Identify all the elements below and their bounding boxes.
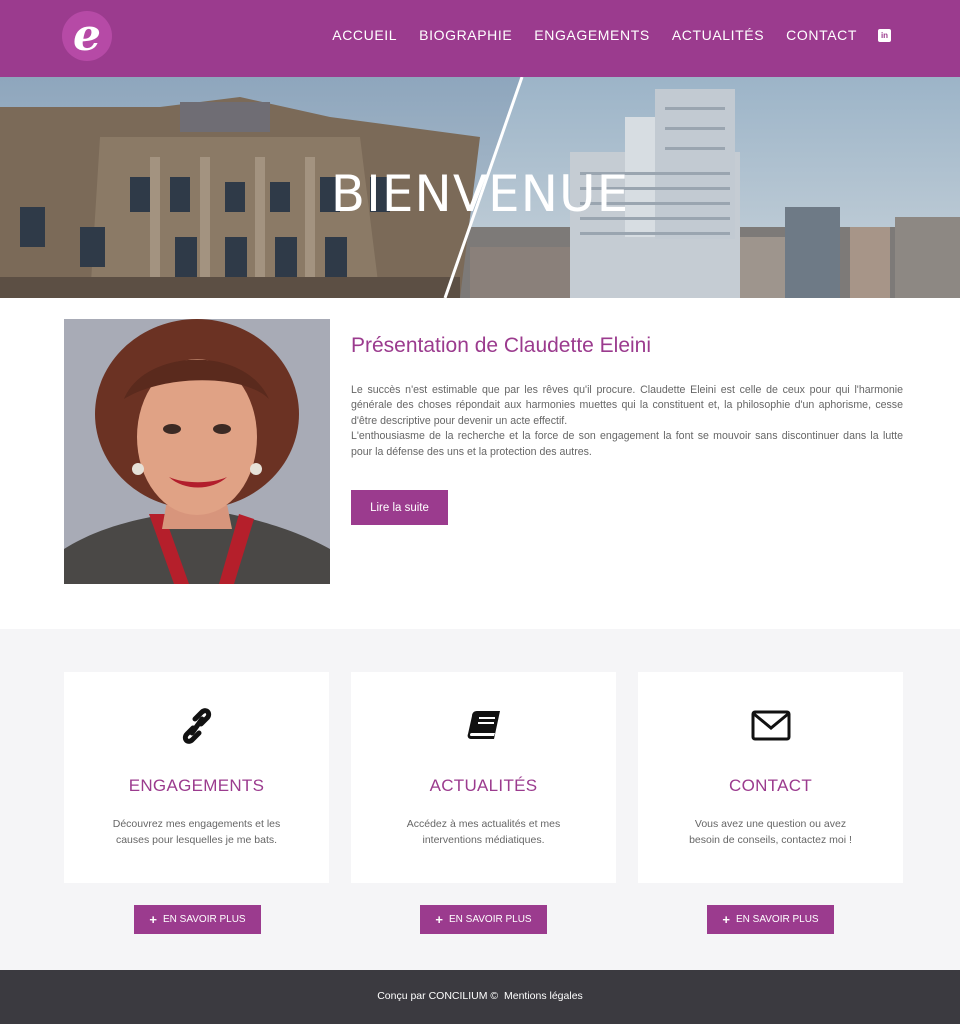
card-title: ENGAGEMENTS bbox=[128, 776, 265, 795]
engagements-more-button[interactable]: + EN SAVOIR PLUS bbox=[134, 905, 261, 934]
card-engagements: ENGAGEMENTS Découvrez mes engagements et… bbox=[64, 672, 329, 883]
portrait-photo bbox=[64, 319, 330, 584]
card-text: Vous avez une question ou avez besoin de… bbox=[689, 818, 852, 846]
card-title: CONTACT bbox=[729, 776, 812, 795]
nav-item-biographie[interactable]: BIOGRAPHIE bbox=[419, 27, 512, 43]
presentation-text: Le succès n'est estimable que par les rê… bbox=[351, 383, 903, 460]
book-icon bbox=[467, 711, 500, 739]
portrait-illustration bbox=[64, 319, 330, 584]
hero-banner: BIENVENUE bbox=[0, 77, 960, 298]
main-nav: ACCUEIL BIOGRAPHIE ENGAGEMENTS ACTUALITÉ… bbox=[332, 27, 857, 43]
linkedin-icon[interactable]: in bbox=[878, 29, 891, 42]
site-header: e ACCUEIL BIOGRAPHIE ENGAGEMENTS ACTUALI… bbox=[0, 0, 960, 77]
nav-item-contact[interactable]: CONTACT bbox=[786, 27, 857, 43]
read-more-button[interactable]: Lire la suite bbox=[351, 490, 448, 525]
logo-letter: e bbox=[73, 11, 101, 61]
nav-item-accueil[interactable]: ACCUEIL bbox=[332, 27, 397, 43]
presentation-title: Présentation de Claudette Eleini bbox=[351, 334, 652, 357]
presentation-paragraph-2: L'enthousiasme de la recherche et la for… bbox=[351, 430, 903, 458]
presentation-paragraph-1: Le succès n'est estimable que par les rê… bbox=[351, 384, 903, 427]
button-label: EN SAVOIR PLUS bbox=[448, 914, 532, 925]
card-actualites: ACTUALITÉS Accédez à mes actualités et m… bbox=[351, 672, 616, 883]
footer-credit: Conçu par CONCILIUM © bbox=[377, 990, 499, 1002]
link-icon bbox=[182, 708, 211, 744]
plus-icon: + bbox=[149, 912, 157, 927]
card-contact: CONTACT Vous avez une question ou avez b… bbox=[638, 672, 903, 883]
hero-title: BIENVENUE bbox=[330, 165, 630, 223]
card-text: Accédez à mes actualités et mes interven… bbox=[406, 818, 561, 846]
features-section: ENGAGEMENTS Découvrez mes engagements et… bbox=[0, 629, 960, 970]
contact-more-button[interactable]: + EN SAVOIR PLUS bbox=[707, 905, 834, 934]
button-label: EN SAVOIR PLUS bbox=[162, 914, 246, 925]
footer-text: Conçu par CONCILIUM © Mentions légales bbox=[0, 990, 960, 1002]
presentation-section: Présentation de Claudette Eleini Le succ… bbox=[0, 298, 960, 629]
actualites-more-button[interactable]: + EN SAVOIR PLUS bbox=[420, 905, 547, 934]
site-footer: Conçu par CONCILIUM © Mentions légales bbox=[0, 970, 960, 1024]
card-text: Découvrez mes engagements et les causes … bbox=[112, 818, 281, 846]
plus-icon: + bbox=[435, 912, 443, 927]
envelope-icon bbox=[751, 710, 790, 741]
site-logo[interactable]: e bbox=[62, 11, 112, 61]
nav-item-engagements[interactable]: ENGAGEMENTS bbox=[534, 27, 650, 43]
plus-icon: + bbox=[722, 912, 730, 927]
nav-item-actualites[interactable]: ACTUALITÉS bbox=[672, 27, 764, 43]
card-title: ACTUALITÉS bbox=[429, 776, 538, 795]
button-label: EN SAVOIR PLUS bbox=[735, 914, 819, 925]
legal-link[interactable]: Mentions légales bbox=[504, 990, 583, 1002]
